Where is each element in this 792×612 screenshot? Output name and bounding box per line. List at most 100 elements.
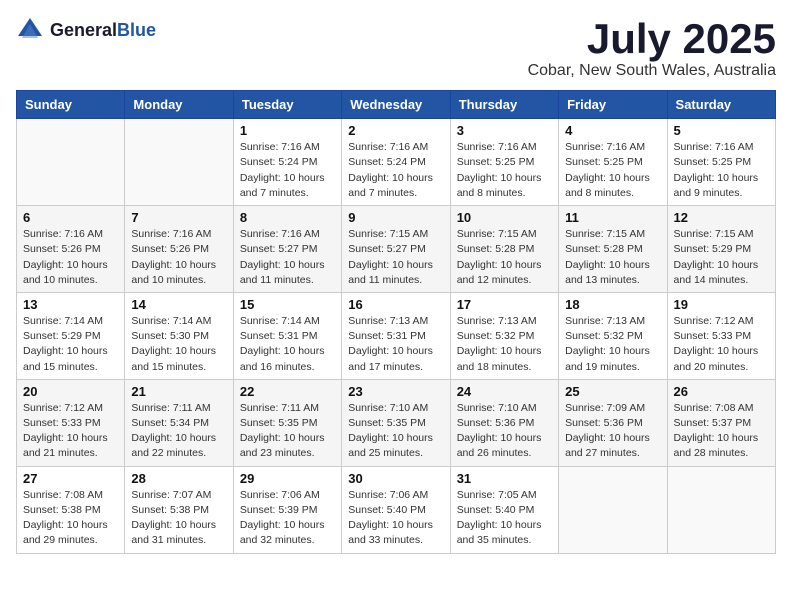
day-number: 26 <box>674 384 769 399</box>
cell-content: Sunrise: 7:16 AMSunset: 5:24 PMDaylight:… <box>348 140 443 201</box>
calendar-cell: 9 Sunrise: 7:15 AMSunset: 5:27 PMDaylight… <box>342 206 450 293</box>
calendar-cell: 30 Sunrise: 7:06 AMSunset: 5:40 PMDayligh… <box>342 466 450 553</box>
calendar-cell: 31Sunrise: 7:05 AMSunset: 5:40 PMDayligh… <box>450 466 558 553</box>
cell-content: Sunrise: 7:12 AMSunset: 5:33 PMDaylight:… <box>23 401 118 462</box>
day-number: 31 <box>457 471 552 486</box>
cell-content: Sunrise: 7:06 AMSunset: 5:40 PMDaylight:… <box>348 488 443 549</box>
calendar-cell: 4Sunrise: 7:16 AMSunset: 5:25 PMDaylight… <box>559 119 667 206</box>
calendar-cell: 21 Sunrise: 7:11 AMSunset: 5:34 PMDayligh… <box>125 379 233 466</box>
day-number: 14 <box>131 297 226 312</box>
day-number: 18 <box>565 297 660 312</box>
cell-content: Sunrise: 7:16 AMSunset: 5:24 PMDaylight:… <box>240 140 335 201</box>
calendar-cell: 1 Sunrise: 7:16 AMSunset: 5:24 PMDaylight… <box>233 119 341 206</box>
calendar-cell: 2Sunrise: 7:16 AMSunset: 5:24 PMDaylight… <box>342 119 450 206</box>
day-number: 3 <box>457 123 552 138</box>
cell-content: Sunrise: 7:16 AMSunset: 5:27 PMDaylight:… <box>240 227 335 288</box>
calendar-cell: 6Sunrise: 7:16 AMSunset: 5:26 PMDaylight… <box>17 206 125 293</box>
logo: GeneralBlue <box>16 16 156 44</box>
cell-content: Sunrise: 7:09 AMSunset: 5:36 PMDaylight:… <box>565 401 660 462</box>
weekday-header-row: SundayMondayTuesdayWednesdayThursdayFrid… <box>17 91 776 119</box>
calendar-cell: 11 Sunrise: 7:15 AMSunset: 5:28 PMDayligh… <box>559 206 667 293</box>
cell-content: Sunrise: 7:13 AMSunset: 5:31 PMDaylight:… <box>348 314 443 375</box>
day-number: 13 <box>23 297 118 312</box>
cell-content: Sunrise: 7:16 AMSunset: 5:25 PMDaylight:… <box>457 140 552 201</box>
cell-content: Sunrise: 7:08 AMSunset: 5:38 PMDaylight:… <box>23 488 118 549</box>
day-number: 5 <box>674 123 769 138</box>
cell-content: Sunrise: 7:11 AMSunset: 5:35 PMDaylight:… <box>240 401 335 462</box>
week-row-5: 27Sunrise: 7:08 AMSunset: 5:38 PMDayligh… <box>17 466 776 553</box>
calendar-cell: 7 Sunrise: 7:16 AMSunset: 5:26 PMDaylight… <box>125 206 233 293</box>
weekday-header-tuesday: Tuesday <box>233 91 341 119</box>
week-row-2: 6 Sunrise: 7:16 AMSunset: 5:26 PMDaylight… <box>17 206 776 293</box>
cell-content: Sunrise: 7:08 AMSunset: 5:37 PMDaylight:… <box>674 401 769 462</box>
calendar-cell: 18 Sunrise: 7:13 AMSunset: 5:32 PMDayligh… <box>559 292 667 379</box>
calendar-cell: 27Sunrise: 7:08 AMSunset: 5:38 PMDayligh… <box>17 466 125 553</box>
calendar-cell: 26 Sunrise: 7:08 AMSunset: 5:37 PMDayligh… <box>667 379 775 466</box>
week-row-1: 1 Sunrise: 7:16 AMSunset: 5:24 PMDaylight… <box>17 119 776 206</box>
calendar-cell: 12 Sunrise: 7:15 AMSunset: 5:29 PMDayligh… <box>667 206 775 293</box>
day-number: 11 <box>565 210 660 225</box>
day-number: 22 <box>240 384 335 399</box>
calendar-cell: 24 Sunrise: 7:10 AMSunset: 5:36 PMDayligh… <box>450 379 558 466</box>
cell-content: Sunrise: 7:10 AMSunset: 5:36 PMDaylight:… <box>457 401 552 462</box>
calendar-cell: 3 Sunrise: 7:16 AMSunset: 5:25 PMDaylight… <box>450 119 558 206</box>
cell-content: Sunrise: 7:15 AMSunset: 5:29 PMDaylight:… <box>674 227 769 288</box>
calendar-cell: 25 Sunrise: 7:09 AMSunset: 5:36 PMDayligh… <box>559 379 667 466</box>
day-number: 29 <box>240 471 335 486</box>
day-number: 25 <box>565 384 660 399</box>
cell-content: Sunrise: 7:15 AMSunset: 5:28 PMDaylight:… <box>565 227 660 288</box>
cell-content: Sunrise: 7:15 AMSunset: 5:27 PMDaylight:… <box>348 227 443 288</box>
week-row-4: 20Sunrise: 7:12 AMSunset: 5:33 PMDayligh… <box>17 379 776 466</box>
cell-content: Sunrise: 7:10 AMSunset: 5:35 PMDaylight:… <box>348 401 443 462</box>
week-row-3: 13 Sunrise: 7:14 AMSunset: 5:29 PMDayligh… <box>17 292 776 379</box>
calendar-cell: 14 Sunrise: 7:14 AMSunset: 5:30 PMDayligh… <box>125 292 233 379</box>
day-number: 8 <box>240 210 335 225</box>
day-number: 24 <box>457 384 552 399</box>
day-number: 1 <box>240 123 335 138</box>
cell-content: Sunrise: 7:14 AMSunset: 5:31 PMDaylight:… <box>240 314 335 375</box>
calendar-cell: 28 Sunrise: 7:07 AMSunset: 5:38 PMDayligh… <box>125 466 233 553</box>
cell-content: Sunrise: 7:15 AMSunset: 5:28 PMDaylight:… <box>457 227 552 288</box>
day-number: 21 <box>131 384 226 399</box>
calendar-cell: 5 Sunrise: 7:16 AMSunset: 5:25 PMDaylight… <box>667 119 775 206</box>
day-number: 6 <box>23 210 118 225</box>
calendar-cell: 22 Sunrise: 7:11 AMSunset: 5:35 PMDayligh… <box>233 379 341 466</box>
day-number: 19 <box>674 297 769 312</box>
calendar-cell <box>125 119 233 206</box>
weekday-header-thursday: Thursday <box>450 91 558 119</box>
location-title: Cobar, New South Wales, Australia <box>528 62 776 80</box>
day-number: 4 <box>565 123 660 138</box>
cell-content: Sunrise: 7:06 AMSunset: 5:39 PMDaylight:… <box>240 488 335 549</box>
day-number: 28 <box>131 471 226 486</box>
page-header: GeneralBlue July 2025 Cobar, New South W… <box>16 16 776 80</box>
calendar-cell: 19 Sunrise: 7:12 AMSunset: 5:33 PMDayligh… <box>667 292 775 379</box>
day-number: 30 <box>348 471 443 486</box>
day-number: 7 <box>131 210 226 225</box>
calendar-cell: 17Sunrise: 7:13 AMSunset: 5:32 PMDayligh… <box>450 292 558 379</box>
calendar-table: SundayMondayTuesdayWednesdayThursdayFrid… <box>16 90 776 553</box>
calendar-cell: 15 Sunrise: 7:14 AMSunset: 5:31 PMDayligh… <box>233 292 341 379</box>
day-number: 16 <box>348 297 443 312</box>
calendar-cell: 10Sunrise: 7:15 AMSunset: 5:28 PMDayligh… <box>450 206 558 293</box>
calendar-cell: 16 Sunrise: 7:13 AMSunset: 5:31 PMDayligh… <box>342 292 450 379</box>
calendar-cell <box>17 119 125 206</box>
calendar-cell: 13 Sunrise: 7:14 AMSunset: 5:29 PMDayligh… <box>17 292 125 379</box>
cell-content: Sunrise: 7:14 AMSunset: 5:30 PMDaylight:… <box>131 314 226 375</box>
calendar-cell: 23Sunrise: 7:10 AMSunset: 5:35 PMDayligh… <box>342 379 450 466</box>
calendar-cell <box>667 466 775 553</box>
calendar-cell: 8 Sunrise: 7:16 AMSunset: 5:27 PMDaylight… <box>233 206 341 293</box>
cell-content: Sunrise: 7:14 AMSunset: 5:29 PMDaylight:… <box>23 314 118 375</box>
logo-icon <box>16 16 44 44</box>
day-number: 9 <box>348 210 443 225</box>
cell-content: Sunrise: 7:16 AMSunset: 5:26 PMDaylight:… <box>131 227 226 288</box>
cell-content: Sunrise: 7:11 AMSunset: 5:34 PMDaylight:… <box>131 401 226 462</box>
cell-content: Sunrise: 7:07 AMSunset: 5:38 PMDaylight:… <box>131 488 226 549</box>
cell-content: Sunrise: 7:16 AMSunset: 5:25 PMDaylight:… <box>674 140 769 201</box>
weekday-header-saturday: Saturday <box>667 91 775 119</box>
cell-content: Sunrise: 7:12 AMSunset: 5:33 PMDaylight:… <box>674 314 769 375</box>
day-number: 12 <box>674 210 769 225</box>
cell-content: Sunrise: 7:13 AMSunset: 5:32 PMDaylight:… <box>565 314 660 375</box>
cell-content: Sunrise: 7:13 AMSunset: 5:32 PMDaylight:… <box>457 314 552 375</box>
weekday-header-friday: Friday <box>559 91 667 119</box>
day-number: 15 <box>240 297 335 312</box>
